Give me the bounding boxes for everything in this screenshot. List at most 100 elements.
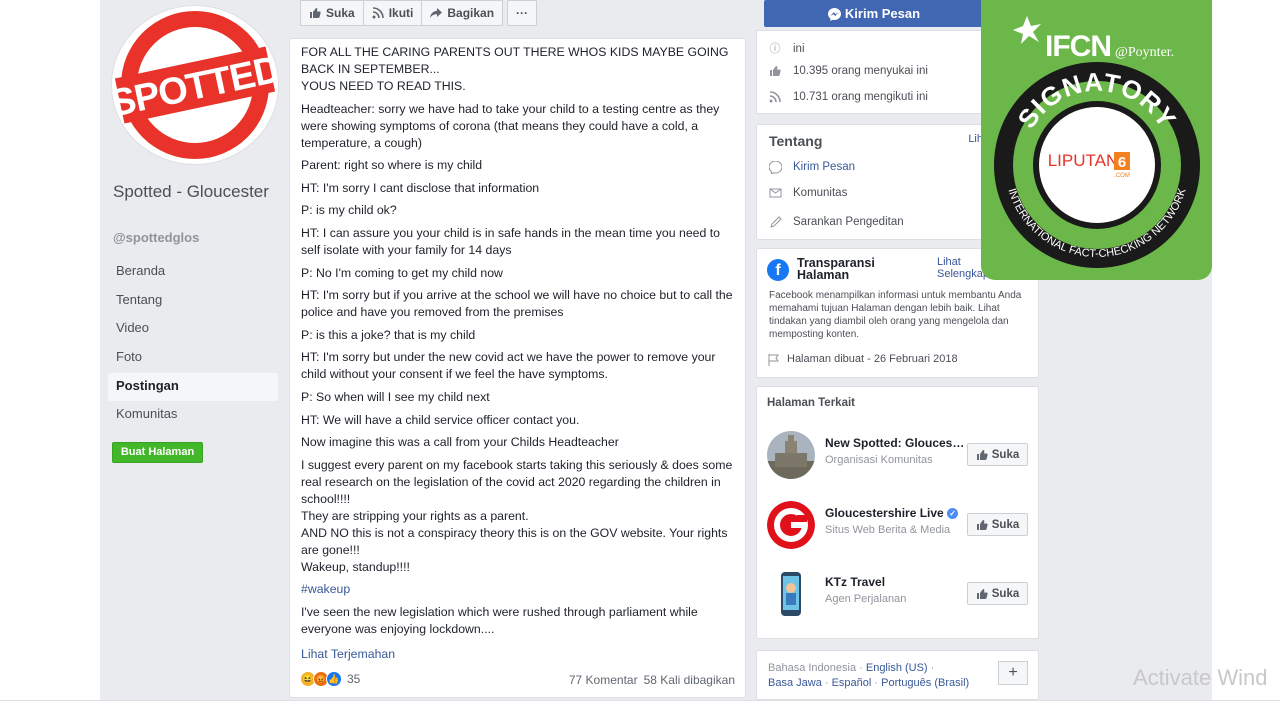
like-page-label: Suka (326, 6, 355, 20)
post-paragraph: Now imagine this was a call from your Ch… (301, 435, 619, 450)
like-label: Suka (991, 448, 1020, 461)
nav-item-beranda[interactable]: Beranda (108, 258, 278, 287)
post-paragraph: FOR ALL THE CARING PARENTS OUT THERE WHO… (301, 45, 729, 93)
about-item-label: Sarankan Pengeditan (793, 216, 904, 228)
post-body: FOR ALL THE CARING PARENTS OUT THERE WHO… (301, 44, 741, 669)
post-paragraph: P: So when will I see my child next (301, 389, 490, 404)
post-paragraph: I've seen the new legislation which were… (301, 604, 698, 636)
related-like-button[interactable]: Suka (967, 443, 1028, 466)
ktz-travel-thumbnail[interactable] (767, 570, 815, 618)
messenger-icon (827, 7, 841, 21)
ifcn-signatory-badge: IFCN @Poynter. SIGNATORY INTERNATIONAL F… (981, 0, 1212, 280)
rss-icon (769, 91, 781, 103)
reaction-summary[interactable]: 😆 😡 👍 35 (300, 671, 360, 687)
page-title: Spotted - Gloucester (113, 182, 269, 201)
nav-item-komunitas[interactable]: Komunitas (108, 401, 278, 430)
left-margin (0, 0, 100, 720)
post-paragraph: P: No I'm coming to get my child now (301, 265, 503, 280)
stat-text: ini (793, 43, 805, 55)
related-page-category: Situs Web Berita & Media (825, 524, 951, 536)
post-stats: 77 Komentar 58 Kali dibagikan (569, 673, 735, 687)
related-page-item: KTz Travel Agen Perjalanan Suka (767, 570, 1029, 620)
page-profile-picture[interactable]: SPOTTED (112, 6, 278, 164)
language-option[interactable]: Español (832, 677, 872, 689)
rss-icon (372, 7, 384, 19)
info-icon: ⓘ (769, 43, 781, 55)
stat-row: 10.731 orang mengikuti ini (769, 91, 928, 103)
about-item-suggest-edit[interactable]: Sarankan Pengeditan (769, 216, 904, 228)
like-label: Suka (991, 587, 1020, 600)
hashtag-link[interactable]: #wakeup (301, 581, 741, 598)
share-page-button[interactable]: Bagikan (422, 0, 504, 26)
related-pages-title: Halaman Terkait (767, 397, 855, 409)
more-options-button[interactable]: ··· (507, 0, 538, 26)
svg-text:6: 6 (1118, 154, 1126, 171)
community-icon (769, 187, 782, 199)
post-paragraph: P: is my child ok? (301, 203, 397, 218)
related-page-name[interactable]: Gloucestershire Live ✓ (825, 506, 965, 520)
church-thumbnail[interactable] (767, 431, 815, 479)
right-margin (1212, 0, 1280, 720)
related-like-button[interactable]: Suka (967, 513, 1028, 536)
add-language-button[interactable]: + (998, 661, 1028, 685)
followers-count-text: 10.731 orang mengikuti ini (793, 91, 928, 103)
reaction-count: 35 (347, 672, 361, 686)
current-language: Bahasa Indonesia (768, 662, 857, 674)
language-card: Bahasa Indonesia · English (US) · Basa J… (756, 650, 1039, 700)
related-page-name[interactable]: New Spotted: Gloucester (825, 436, 965, 450)
about-title: Tentang (769, 133, 823, 149)
comments-count-link[interactable]: 77 Komentar (569, 673, 638, 687)
about-item-community[interactable]: Komunitas (769, 187, 847, 199)
svg-text:@Poynter.: @Poynter. (1115, 45, 1174, 60)
language-list: Bahasa Indonesia · English (US) · Basa J… (768, 662, 970, 689)
nav-item-video[interactable]: Video (108, 315, 278, 344)
follow-page-label: Ikuti (388, 6, 414, 20)
post-paragraph: P: is this a joke? that is my child (301, 327, 476, 342)
about-item-message[interactable]: Kirim Pesan (768, 160, 855, 175)
page-handle[interactable]: @spottedglos (113, 230, 199, 245)
transparency-title: Transparansi Halaman (797, 256, 875, 282)
like-page-button[interactable]: Suka (300, 0, 364, 26)
nav-item-foto[interactable]: Foto (108, 344, 278, 373)
shares-count-link[interactable]: 58 Kali dibagikan (644, 673, 735, 687)
post-paragraph: HT: I'm sorry but under the new covid ac… (301, 350, 716, 382)
pencil-icon (769, 216, 782, 228)
nav-item-tentang[interactable]: Tentang (108, 287, 278, 316)
related-page-item: New Spotted: Gloucester Organisasi Komun… (767, 431, 1029, 481)
related-page-item: Gloucestershire Live ✓ Situs Web Berita … (767, 501, 1029, 551)
post-paragraph: HT: I can assure you your child is in sa… (301, 225, 721, 257)
svg-text:.COM: .COM (1114, 173, 1130, 179)
os-activation-watermark: Activate Wind (1133, 665, 1268, 690)
ifcn-star-icon (1013, 16, 1041, 44)
page-action-bar: Suka Ikuti Bagikan ··· (300, 0, 538, 26)
about-card: Tentang Lih Kirim Pesan Komunitas Sarank… (756, 124, 984, 240)
svg-text:LIPUTAN: LIPUTAN (1048, 151, 1119, 170)
stat-row: 10.395 orang menyukai ini (769, 65, 928, 77)
language-option[interactable]: Português (Brasil) (881, 677, 969, 689)
share-page-label: Bagikan (447, 6, 495, 20)
thumbs-up-icon (309, 7, 321, 19)
send-message-label: Kirim Pesan (844, 6, 921, 21)
page-created-text: Halaman dibuat - 26 Februari 2018 (787, 353, 958, 365)
related-like-button[interactable]: Suka (967, 582, 1028, 605)
svg-text:IFCN: IFCN (1045, 30, 1111, 63)
gloucestershire-live-logo[interactable] (767, 501, 815, 549)
related-page-category: Organisasi Komunitas (825, 454, 933, 466)
post-card: FOR ALL THE CARING PARENTS OUT THERE WHO… (289, 38, 746, 698)
stat-row: ⓘ ini (769, 43, 805, 55)
see-translation-link[interactable]: Lihat Terjemahan (301, 646, 741, 663)
like-reaction-icon: 👍 (326, 671, 342, 687)
follow-page-button[interactable]: Ikuti (363, 0, 423, 26)
language-option[interactable]: English (US) (866, 662, 928, 674)
thumbs-up-icon (976, 449, 988, 461)
nav-item-postingan[interactable]: Postingan (108, 372, 278, 402)
send-message-button[interactable]: Kirim Pesan (764, 0, 984, 27)
messenger-icon (768, 160, 783, 175)
create-page-button[interactable]: Buat Halaman (112, 442, 203, 463)
language-option[interactable]: Basa Jawa (768, 677, 822, 689)
flag-icon (767, 353, 779, 366)
related-page-name[interactable]: KTz Travel (825, 575, 965, 589)
thumbs-up-icon (976, 519, 988, 531)
thumbs-up-icon (976, 588, 988, 600)
page-created-row: Halaman dibuat - 26 Februari 2018 (767, 353, 958, 366)
